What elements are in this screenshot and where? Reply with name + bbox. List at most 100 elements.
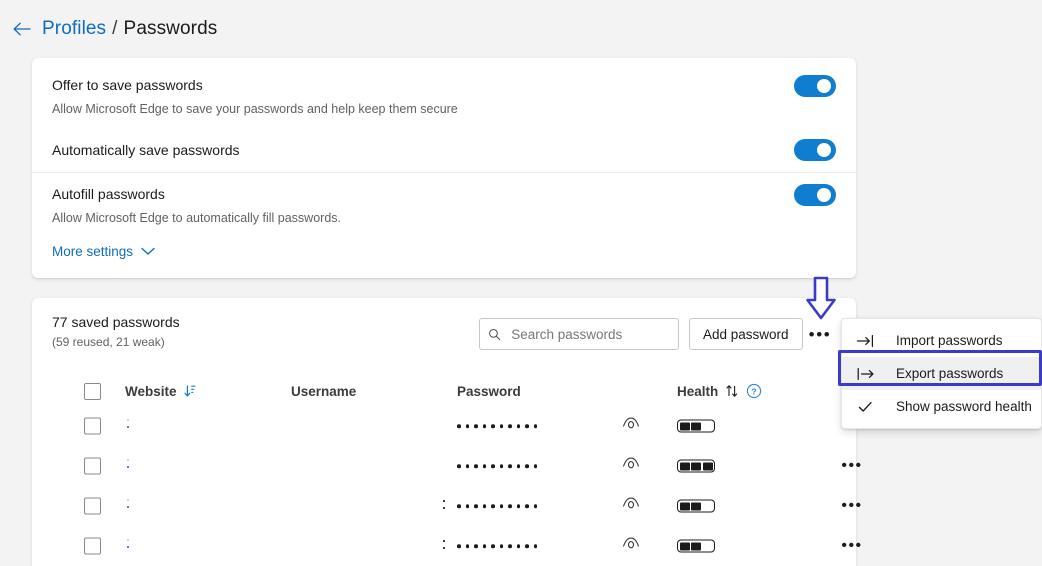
row-select-checkbox[interactable] [84, 417, 101, 435]
setting-autofill-passwords-title: Autofill passwords [52, 186, 165, 202]
ellipsis-horizontal-icon: ••• [808, 324, 832, 344]
row-redaction-mark [443, 540, 445, 549]
sort-descending-icon[interactable] [183, 384, 196, 398]
username-cell [127, 466, 129, 468]
health-indicator [677, 539, 715, 553]
password-masked-value [457, 464, 537, 468]
row-select-checkbox[interactable] [84, 537, 101, 555]
column-header-password[interactable]: Password [457, 384, 521, 399]
password-dot [516, 504, 520, 508]
toggle-automatically-save[interactable] [794, 139, 836, 161]
more-settings-row: More settings [32, 243, 856, 261]
row-redaction-mark [443, 500, 445, 509]
password-dot [474, 424, 478, 428]
password-dot [474, 544, 478, 548]
back-button[interactable] [8, 15, 36, 43]
column-header-username[interactable]: Username [291, 384, 356, 399]
menu-item-import-passwords[interactable]: Import passwords [842, 324, 1041, 357]
password-dot [508, 504, 512, 508]
table-row[interactable]: ••• [32, 526, 861, 566]
password-dot [482, 464, 486, 468]
row-overflow-menu-button[interactable]: ••• [838, 452, 866, 480]
password-dot [491, 544, 495, 548]
column-header-health-label: Health [677, 383, 719, 399]
password-dot [516, 424, 520, 428]
row-select-cell [84, 537, 101, 555]
help-circle-icon[interactable]: ? [746, 383, 762, 399]
eye-icon[interactable] [622, 417, 640, 436]
toggle-offer-to-save[interactable] [794, 75, 836, 97]
password-dot [525, 464, 529, 468]
password-dot [508, 424, 512, 428]
column-header-health[interactable]: Health ? [677, 383, 762, 399]
website-cell [127, 499, 129, 501]
ellipsis-horizontal-icon: ••• [841, 537, 863, 554]
table-row[interactable]: ••• [32, 406, 861, 446]
passwords-overflow-menu-button[interactable]: ••• [804, 318, 836, 350]
more-settings-button[interactable]: More settings [52, 244, 155, 259]
breadcrumb-profiles-link[interactable]: Profiles [42, 18, 106, 40]
menu-item-export-passwords[interactable]: Export passwords [842, 357, 1041, 390]
table-row[interactable]: ••• [32, 446, 861, 486]
select-all-checkbox[interactable] [84, 382, 101, 400]
passwords-table: Website Username Password Health ? ••• •… [32, 376, 861, 566]
health-segment [679, 502, 690, 510]
setting-autofill-passwords-text: Autofill passwords Allow Microsoft Edge … [52, 185, 341, 226]
menu-item-export-passwords-label: Export passwords [896, 366, 1004, 381]
password-dot [499, 464, 503, 468]
chevron-down-icon [141, 247, 155, 255]
password-masked-value [457, 544, 537, 548]
password-dot [533, 504, 537, 508]
column-header-website-label: Website [125, 383, 177, 399]
website-cell [127, 459, 129, 461]
add-password-button[interactable]: Add password [689, 318, 803, 350]
page-title: Passwords [123, 18, 218, 39]
search-passwords-box[interactable] [479, 318, 679, 350]
password-dot [491, 504, 495, 508]
passwords-overflow-menu: Import passwords Export passwords Show p… [841, 318, 1042, 429]
health-segment [679, 542, 690, 550]
breadcrumb: Profiles / Passwords [0, 12, 217, 46]
column-header-website[interactable]: Website [125, 384, 196, 399]
toggle-knob [817, 188, 831, 202]
saved-password-breakdown: (59 reused, 21 weak) [52, 335, 165, 349]
breadcrumb-trail: Profiles / Passwords [42, 18, 217, 40]
row-overflow-menu-button[interactable]: ••• [838, 532, 866, 560]
password-dot [482, 424, 486, 428]
password-dot [482, 504, 486, 508]
health-segment [691, 542, 701, 550]
toggle-autofill-passwords[interactable] [794, 184, 836, 206]
password-dot [516, 464, 520, 468]
row-select-checkbox[interactable] [84, 497, 101, 515]
password-dot [508, 464, 512, 468]
ellipsis-horizontal-icon: ••• [841, 457, 863, 474]
password-dot [457, 464, 461, 468]
health-segment [679, 462, 690, 470]
menu-item-import-passwords-label: Import passwords [896, 333, 1003, 348]
password-masked-value [457, 424, 537, 428]
password-dot [457, 424, 461, 428]
eye-icon[interactable] [622, 537, 640, 556]
password-dot [465, 424, 469, 428]
health-indicator [677, 419, 715, 433]
setting-offer-to-save: Offer to save passwords Allow Microsoft … [32, 58, 856, 117]
setting-offer-to-save-desc: Allow Microsoft Edge to save your passwo… [52, 102, 458, 116]
row-overflow-menu-button[interactable]: ••• [838, 492, 866, 520]
table-row[interactable]: ••• [32, 486, 861, 526]
saved-password-count: 77 saved passwords [52, 314, 180, 330]
eye-icon[interactable] [622, 457, 640, 476]
username-cell [127, 426, 129, 428]
search-input[interactable] [509, 325, 670, 343]
menu-item-show-password-health[interactable]: Show password health [842, 390, 1041, 423]
passwords-settings-page: Profiles / Passwords Offer to save passw… [0, 0, 1042, 566]
username-cell [127, 546, 129, 548]
health-indicator [677, 459, 715, 473]
password-dot [474, 464, 478, 468]
health-segment [703, 422, 713, 430]
sort-updown-icon[interactable] [725, 384, 739, 398]
password-dot [499, 544, 503, 548]
eye-icon[interactable] [622, 497, 640, 516]
health-segment [702, 462, 713, 470]
password-dot [533, 464, 537, 468]
row-select-checkbox[interactable] [84, 457, 101, 475]
